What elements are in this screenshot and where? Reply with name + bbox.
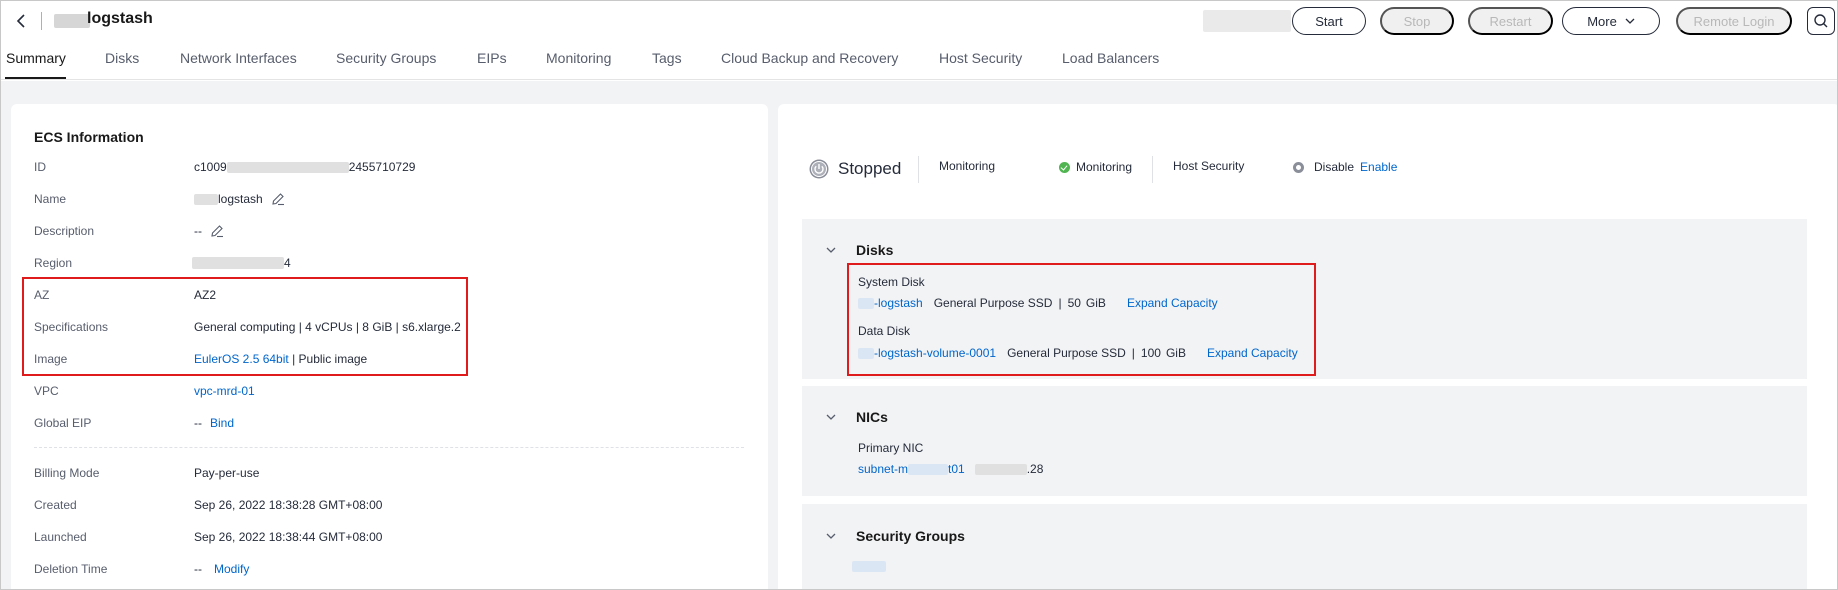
search-button[interactable] [1807,7,1835,35]
monitoring-status-text: Monitoring [1076,160,1133,174]
billing-mode-value: Pay-per-use [194,466,260,480]
primary-nic-row: subnet-m t01 .28 [858,462,1043,476]
highlight-box-disks [847,263,1316,376]
remote-login-button[interactable]: Remote Login [1676,7,1792,35]
security-groups-title: Security Groups [856,528,965,544]
deletion-time-label: Deletion Time [34,562,108,576]
global-eip-value: -- Bind [194,416,234,430]
redacted-security-group-link[interactable] [852,561,886,572]
title-divider [41,12,42,30]
check-circle-icon [1059,161,1070,173]
region-value: 4 [192,256,291,270]
name-label: Name [34,192,67,206]
page-header: logstash Start Stop Restart More Remote … [1,1,1837,41]
redacted-title-prefix [54,14,90,28]
description-text: -- [194,224,202,238]
description-value: -- [194,224,224,238]
global-eip-text: -- [194,416,202,430]
subnet-link-suffix[interactable]: t01 [948,462,965,476]
redacted-region [192,257,284,269]
host-security-status: Disable Enable [1293,160,1397,174]
id-value: c1009 2455710729 [194,160,415,174]
subnet-link-prefix[interactable]: subnet-m [858,462,908,476]
vpc-label: VPC [34,384,59,398]
chevron-down-icon[interactable] [825,244,837,256]
section-divider [34,447,744,448]
created-value: Sep 26, 2022 18:38:28 GMT+08:00 [194,498,383,512]
host-security-label: Host Security [1173,159,1245,173]
nics-card: NICs Primary NIC subnet-m t01 .28 [802,386,1807,496]
region-label: Region [34,256,73,270]
edit-name-icon[interactable] [271,192,285,206]
tab-tags[interactable]: Tags [652,50,682,66]
tab-bar: Summary Disks Network Interfaces Securit… [1,41,1837,80]
redacted-subnet [908,463,949,475]
nics-title: NICs [856,409,888,425]
created-label: Created [34,498,77,512]
more-button[interactable]: More [1562,7,1660,35]
redacted-ip [974,463,1027,475]
tab-load-balancers[interactable]: Load Balancers [1062,50,1159,66]
id-label: ID [34,160,46,174]
stop-button[interactable]: Stop [1380,7,1454,35]
tab-cloud-backup-and-recovery[interactable]: Cloud Backup and Recovery [721,50,898,66]
ip-suffix: .28 [1026,462,1044,476]
restart-button[interactable]: Restart [1468,7,1553,35]
monitoring-label: Monitoring [939,159,996,173]
deletion-time-value: -- Modify [194,562,249,576]
tab-disks[interactable]: Disks [105,50,139,66]
redacted-id-part [226,161,349,173]
power-status-icon [809,159,829,179]
region-suffix: 4 [284,256,291,270]
vpc-value: vpc-mrd-01 [194,384,255,398]
vpc-link[interactable]: vpc-mrd-01 [194,384,255,398]
tab-monitoring[interactable]: Monitoring [546,50,611,66]
start-button[interactable]: Start [1292,7,1366,35]
bind-eip-link[interactable]: Bind [210,416,234,430]
tab-network-interfaces[interactable]: Network Interfaces [180,50,297,66]
deletion-time-text: -- [194,562,202,576]
global-eip-label: Global EIP [34,416,92,430]
host-security-status-text: Disable [1314,160,1355,174]
chevron-down-icon[interactable] [825,530,837,542]
redacted-name-prefix [194,193,218,205]
id-value-suffix: 2455710729 [348,160,416,174]
disks-title: Disks [856,242,894,258]
description-label: Description [34,224,95,238]
ecs-details-page: logstash Start Stop Restart More Remote … [0,0,1838,590]
chevron-down-icon[interactable] [825,411,837,423]
launched-value: Sep 26, 2022 18:38:44 GMT+08:00 [194,530,383,544]
enable-host-security-link[interactable]: Enable [1360,160,1397,174]
chevron-down-icon [1625,18,1635,24]
active-tab-indicator [5,77,66,79]
primary-nic-label: Primary NIC [858,441,924,455]
disabled-status-icon [1293,161,1304,173]
instance-status: Stopped [838,159,902,178]
modify-deletion-time-link[interactable]: Modify [214,562,249,576]
back-arrow-icon[interactable] [13,12,31,30]
search-icon [1814,14,1828,28]
redacted-header-item [1203,10,1291,32]
monitoring-status: Monitoring [1059,160,1132,174]
security-groups-card: Security Groups [802,504,1807,589]
ecs-information-title: ECS Information [34,129,144,145]
status-divider-2 [1152,156,1153,183]
highlight-box-az-spec-image [22,277,468,376]
tab-security-groups[interactable]: Security Groups [336,50,436,66]
tab-summary[interactable]: Summary [6,50,66,66]
status-divider-1 [918,156,919,183]
more-button-label: More [1587,13,1617,29]
billing-mode-label: Billing Mode [34,466,100,480]
tab-host-security[interactable]: Host Security [939,50,1022,66]
name-text: logstash [218,192,263,206]
id-value-prefix: c1009 [194,160,227,174]
name-value: logstash [194,192,285,206]
page-title: logstash [87,10,153,27]
tab-eips[interactable]: EIPs [477,50,507,66]
edit-description-icon[interactable] [210,224,224,238]
launched-label: Launched [34,530,87,544]
